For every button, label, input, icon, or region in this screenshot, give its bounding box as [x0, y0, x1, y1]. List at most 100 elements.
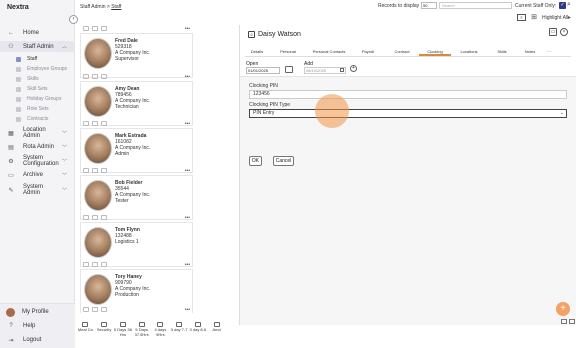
message-icon[interactable]	[83, 74, 89, 79]
sidebar-item-label: System Admin	[23, 184, 44, 196]
minimize-icon[interactable]	[561, 319, 567, 324]
sidebar-item-location-admin[interactable]: ▦ Location Admin ﹀	[0, 126, 75, 140]
sidebar-item-home[interactable]: ← Home	[0, 27, 75, 38]
lock-icon[interactable]	[101, 74, 107, 79]
edit-icon[interactable]	[92, 168, 98, 173]
message-icon[interactable]	[83, 262, 89, 267]
highlight-icon[interactable]: ▸	[568, 14, 571, 21]
staff-icon	[16, 56, 21, 62]
edit-icon[interactable]	[92, 262, 98, 267]
expand-icon[interactable]: ▭	[549, 28, 557, 36]
more-icon[interactable]: •••	[185, 121, 190, 127]
edit-icon[interactable]	[92, 215, 98, 220]
add-icon[interactable]: +	[350, 65, 357, 72]
toolbar-3-day-7[interactable]: 3 day 7-7	[170, 322, 189, 346]
toolbar-amd[interactable]: Amd	[207, 322, 226, 346]
lock-icon[interactable]	[101, 262, 107, 267]
sidebar-item-archive[interactable]: ▭ Archive ﹀	[0, 170, 75, 180]
add-fab-button[interactable]: +	[556, 302, 570, 316]
ok-button[interactable]: OK	[249, 156, 262, 166]
message-icon[interactable]	[83, 215, 89, 220]
breadcrumb-parent[interactable]: Staff Admin	[80, 4, 105, 10]
sidebar-subitem-employee-groups[interactable]: Employee Groups	[0, 64, 75, 74]
message-icon[interactable]	[83, 307, 89, 312]
message-icon[interactable]	[83, 121, 89, 126]
open-date-select[interactable]: 01/01/2025	[246, 67, 280, 74]
sidebar-item-label: Rota Admin	[23, 144, 55, 150]
current-staff-checkbox[interactable]: ✓	[559, 2, 566, 9]
tab-contract[interactable]: Contract	[385, 46, 419, 56]
records-select[interactable]: 50	[421, 2, 437, 9]
sidebar: Nextra ← Home ⚇ Staff Admin ︿ Staff Empl…	[0, 0, 75, 348]
tab-clocking[interactable]: Clocking	[419, 46, 451, 56]
sidebar-item-logout[interactable]: ⇥ Logout	[0, 335, 75, 345]
building-icon: ▦	[8, 130, 14, 137]
tab-personal-contacts[interactable]: Personal Contacts	[307, 46, 351, 56]
tab-personal[interactable]: Personal	[269, 46, 307, 56]
sidebar-subitem-contracts[interactable]: Contracts	[0, 114, 75, 124]
message-icon[interactable]	[83, 26, 89, 31]
more-icon[interactable]: •••	[185, 307, 190, 313]
more-icon[interactable]: •••	[185, 168, 190, 174]
list-view-icon[interactable]: ≡	[517, 14, 526, 21]
card-actions: •••	[80, 167, 193, 174]
edit-icon[interactable]	[92, 26, 98, 31]
lock-icon[interactable]	[101, 215, 107, 220]
card-actions: •••	[80, 261, 193, 268]
chevron-down-icon: ﹀	[61, 172, 67, 179]
lock-icon[interactable]	[101, 168, 107, 173]
sidebar-item-system-configuration[interactable]: ⚙ System Configuration ﹀	[0, 154, 75, 168]
toolbar-3-day-8[interactable]: 3 day 8-6	[189, 322, 208, 346]
tab-details[interactable]: Details	[245, 46, 269, 56]
toolbar-security[interactable]: Security	[95, 322, 114, 346]
sidebar-item-my-profile[interactable]: My Profile	[0, 307, 75, 317]
sidebar-subitem-role-sets[interactable]: Role Sets	[0, 104, 75, 114]
collapse-sidebar-button[interactable]: ‹	[69, 15, 78, 24]
search-input[interactable]: Search	[439, 2, 512, 9]
lock-icon[interactable]	[101, 307, 107, 312]
grid-view-icon[interactable]: ⊞	[530, 14, 538, 22]
message-icon[interactable]	[83, 168, 89, 173]
edit-icon[interactable]	[92, 307, 98, 312]
tab-more[interactable]: ···	[543, 46, 555, 56]
tab-payroll[interactable]: Payroll	[351, 46, 385, 56]
restore-icon[interactable]	[569, 319, 575, 324]
sidebar-item-rota-admin[interactable]: ▤ Rota Admin ﹀	[0, 142, 75, 152]
more-icon[interactable]: •••	[185, 74, 190, 80]
sidebar-item-staff-admin[interactable]: ⚇ Staff Admin ︿	[0, 41, 75, 52]
toolbar-meal-co[interactable]: Meal Co	[76, 322, 95, 346]
lock-icon[interactable]	[101, 121, 107, 126]
staff-card[interactable]: Fred Dale 529318 A Company Inc. Supervisor	[80, 33, 193, 78]
more-icon[interactable]: •••	[185, 262, 190, 268]
toolbar-5-days-38[interactable]: 5 Days 38 Hrs	[114, 322, 133, 346]
profile-area: My Profile ? Help ⇥ Logout	[0, 303, 75, 348]
wrench-icon: ✎	[8, 187, 14, 194]
sidebar-subitem-skills[interactable]: Skills	[0, 74, 75, 84]
sidebar-subitem-skill-sets[interactable]: Skill Sets	[0, 84, 75, 94]
tab-locations[interactable]: Locations	[451, 46, 487, 56]
more-icon[interactable]: •••	[185, 26, 190, 32]
tab-notes[interactable]: Notes	[517, 46, 543, 56]
edit-icon[interactable]	[92, 121, 98, 126]
card-actions: •••	[80, 73, 193, 80]
toolbar-5-days-37[interactable]: 5 Days 37.5Hrs	[132, 322, 151, 346]
sidebar-subitem-holiday-groups[interactable]: Holiday Groups	[0, 94, 75, 104]
clocking-pin-field[interactable]: 123456	[249, 90, 567, 99]
toolbar-4-days[interactable]: 4 days 9Hrs	[151, 322, 170, 346]
card-actions: •••	[80, 306, 193, 313]
skill-icon	[16, 76, 21, 82]
more-icon[interactable]: •••	[185, 215, 190, 221]
sidebar-item-help[interactable]: ? Help	[0, 321, 75, 331]
cancel-button[interactable]: Cancel	[273, 156, 294, 166]
folder-icon[interactable]	[285, 66, 293, 73]
tab-skills[interactable]: Skills	[487, 46, 517, 56]
close-icon[interactable]: ×	[560, 28, 568, 36]
pin-type-select[interactable]: PIN Entry ⌄	[249, 109, 567, 118]
edit-icon[interactable]	[92, 74, 98, 79]
sidebar-subitem-staff[interactable]: Staff	[0, 54, 75, 64]
lock-icon[interactable]	[101, 26, 107, 31]
sidebar-item-system-admin[interactable]: ✎ System Admin ﹀	[0, 183, 75, 197]
breadcrumb-current[interactable]: Staff	[111, 4, 121, 10]
calendar-icon[interactable]	[340, 68, 344, 72]
search-icon[interactable]: ⌕	[567, 1, 571, 9]
